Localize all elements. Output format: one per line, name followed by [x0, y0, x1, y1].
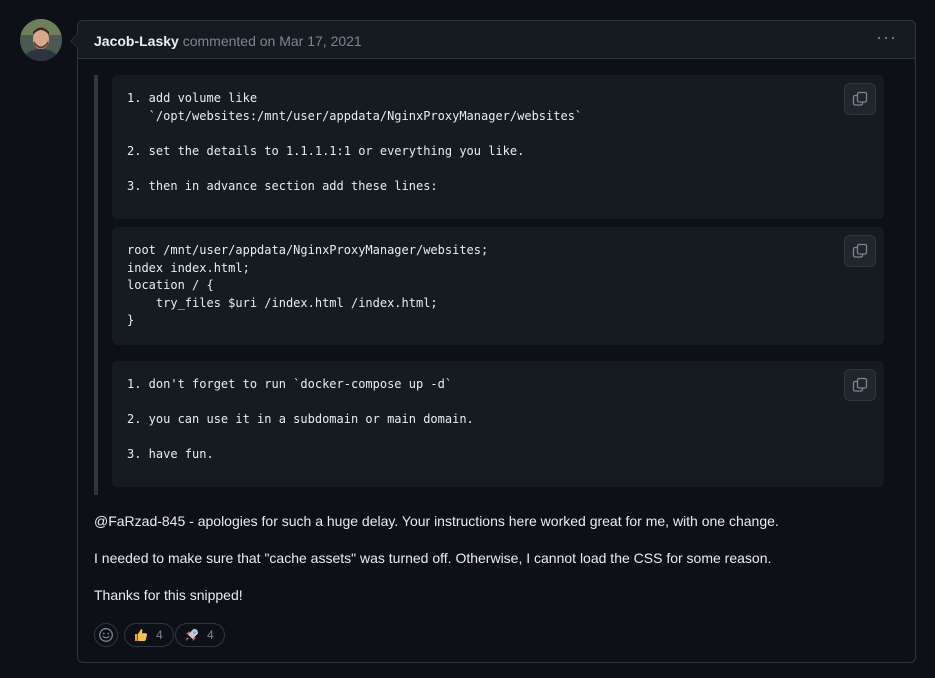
comment-options-icon[interactable]: ··· — [876, 27, 897, 48]
comment-card: Jacob-Lasky commented on Mar 17, 2021 ··… — [70, 20, 916, 663]
comment-header: Jacob-Lasky commented on Mar 17, 2021 ··… — [78, 21, 915, 59]
reaction-rocket-button[interactable]: 4 — [175, 623, 225, 647]
smiley-icon — [99, 628, 113, 642]
reaction-count: 4 — [156, 628, 163, 642]
comment-paragraph: @FaRzad-845 - apologies for such a huge … — [94, 513, 779, 529]
comment-date[interactable]: Mar 17, 2021 — [279, 33, 362, 49]
copy-icon — [852, 243, 868, 258]
reaction-thumbs-up-button[interactable]: 4 — [124, 623, 174, 647]
comment-paragraph: Thanks for this snipped! — [94, 587, 243, 603]
user-mention-link[interactable]: @FaRzad-845 — [94, 513, 185, 529]
add-reaction-button[interactable] — [94, 623, 118, 647]
blockquote-bar — [94, 75, 98, 495]
code-block: 1. add volume like `/opt/websites:/mnt/u… — [112, 75, 884, 219]
paragraph-text: - apologies for such a huge delay. Your … — [185, 513, 779, 529]
copy-button[interactable] — [844, 83, 876, 115]
code-text: root /mnt/user/appdata/NginxProxyManager… — [127, 243, 489, 327]
thumbs-up-icon — [133, 627, 149, 643]
comment-meta: Jacob-Lasky commented on Mar 17, 2021 — [94, 33, 362, 49]
reaction-count: 4 — [207, 628, 214, 642]
avatar-image — [20, 19, 62, 61]
code-block: 1. don't forget to run `docker-compose u… — [112, 361, 884, 487]
code-text: 1. add volume like `/opt/websites:/mnt/u… — [127, 91, 583, 193]
code-block: root /mnt/user/appdata/NginxProxyManager… — [112, 227, 884, 345]
copy-icon — [852, 377, 868, 392]
copy-button[interactable] — [844, 235, 876, 267]
rocket-icon — [184, 627, 200, 643]
code-text: 1. don't forget to run `docker-compose u… — [127, 377, 474, 461]
copy-icon — [852, 91, 868, 106]
comment-action: commented on — [182, 33, 276, 49]
comment-paragraph: I needed to make sure that "cache assets… — [94, 550, 772, 566]
author-link[interactable]: Jacob-Lasky — [94, 33, 179, 49]
avatar[interactable] — [20, 19, 62, 61]
copy-button[interactable] — [844, 369, 876, 401]
